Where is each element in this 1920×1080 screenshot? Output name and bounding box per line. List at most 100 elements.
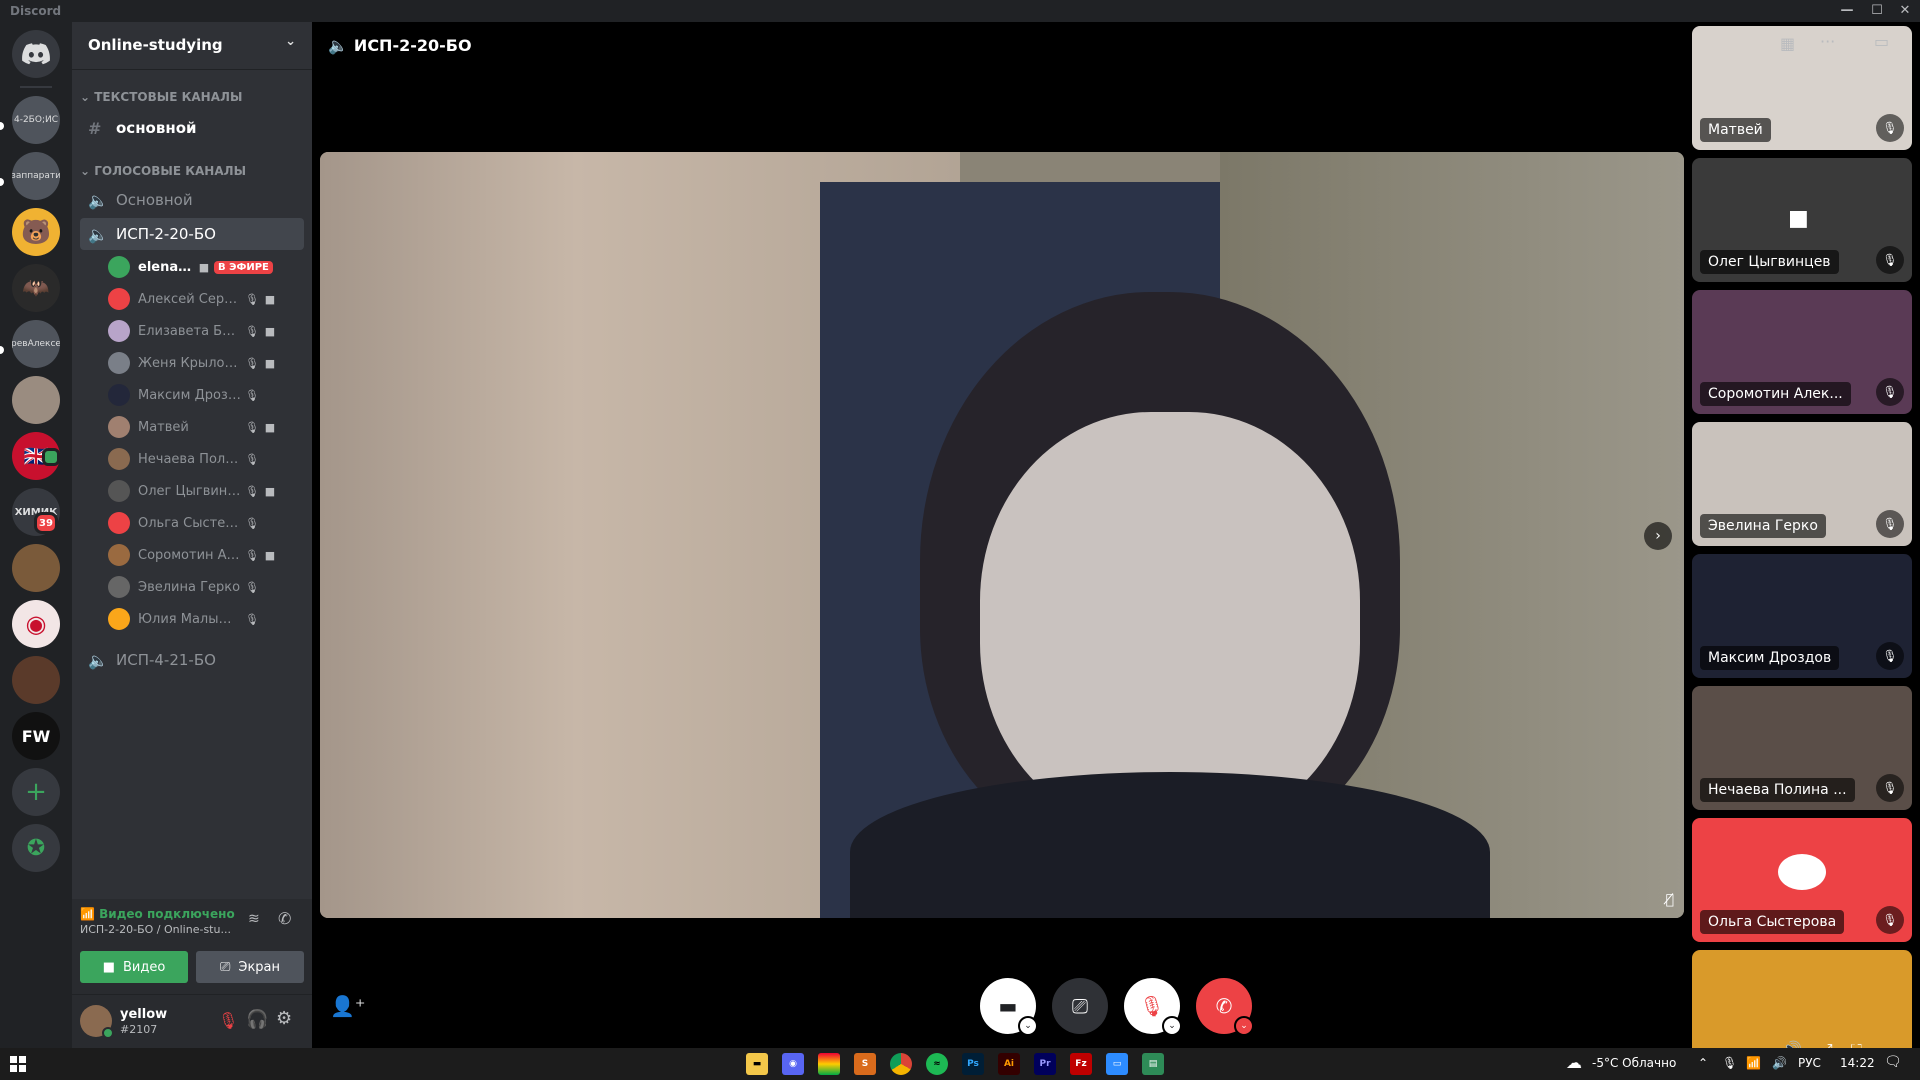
voice-user-item[interactable]: Елизавета Богд...🎙 ■ <box>108 316 304 346</box>
photoshop-icon[interactable]: Ps <box>962 1053 984 1075</box>
stream-controls-icon[interactable]: 🔊⤢⛶ <box>1782 1040 1880 1048</box>
voice-channel-isp-2-20[interactable]: 🔈 ИСП-2-20-БО <box>80 218 304 250</box>
popout-icon[interactable]: ▭ <box>1874 32 1889 51</box>
mute-mic-icon[interactable]: 🎙 <box>218 1011 238 1030</box>
add-user-icon[interactable]: 👤⁺ <box>330 994 365 1018</box>
batman-icon: 🦇 <box>22 275 50 301</box>
maximize-button[interactable]: ☐ <box>1862 2 1892 20</box>
category-text[interactable]: ⌄ ТЕКСТОВЫЕ КАНАЛЫ <box>72 90 242 104</box>
illustrator-icon[interactable]: Ai <box>998 1053 1020 1075</box>
noise-suppression-icon[interactable]: ≋ <box>248 911 260 927</box>
disconnect-icon[interactable]: ✆ <box>278 909 291 928</box>
chevron-up-icon[interactable]: ⌃ <box>1698 1056 1708 1070</box>
camera-icon: ■ <box>264 420 276 434</box>
muted-mic-icon: 🎙 <box>245 388 259 402</box>
voice-user-item[interactable]: Женя Крылов ... 🎙 ■ <box>108 348 304 378</box>
category-voice[interactable]: ⌄ ГОЛОСОВЫЕ КАНАЛЫ <box>72 164 246 178</box>
guild-bear[interactable]: 🐻 <box>12 208 60 256</box>
chrome-icon[interactable] <box>890 1053 912 1075</box>
chevron-down-icon[interactable]: ⌄ <box>1162 1016 1182 1036</box>
voice-user-item[interactable]: Матвей 🎙 ■ <box>108 412 304 442</box>
voice-user-item[interactable]: Юлия Малышева🎙 <box>108 604 304 634</box>
grid-icon[interactable]: ▦ <box>1780 34 1795 53</box>
app-icon[interactable] <box>818 1053 840 1075</box>
voice-user-item[interactable]: Максим Дроздов 🎙 <box>108 380 304 410</box>
mic-toggle-button[interactable]: 🎙 ⌄ <box>1124 978 1182 1036</box>
voice-user-item[interactable]: Ольга Сыстерова🎙 <box>108 508 304 538</box>
close-window-button[interactable]: ✕ <box>1890 2 1920 20</box>
participant-tile[interactable]: Эвелина Герко 🎙 <box>1692 422 1912 546</box>
zoom-icon[interactable]: ▭ <box>1106 1053 1128 1075</box>
spotify-icon[interactable]: ≈ <box>926 1053 948 1075</box>
mention-count: 39 <box>39 517 53 529</box>
camera-icon: ■ <box>1788 206 1809 231</box>
avatar <box>108 256 130 278</box>
screen-share-toggle[interactable]: ⎚ <box>1052 978 1108 1034</box>
cloud-icon[interactable]: ☁ <box>1566 1053 1582 1072</box>
server-header[interactable]: Online-studying ⌄ <box>72 22 312 70</box>
chevron-down-icon[interactable]: ⌄ <box>1018 1016 1038 1036</box>
voice-user-item[interactable]: Эвелина Герко 🎙 <box>108 572 304 602</box>
voice-user-item[interactable]: elenas... ■ В ЭФИРЕ <box>108 252 304 282</box>
window-titlebar: Discord — ☐ ✕ <box>0 0 1920 22</box>
guild-revaleksei[interactable]: ревАлексе <box>12 320 60 368</box>
add-server-button[interactable]: + <box>12 768 60 816</box>
clock[interactable]: 14:22 <box>1840 1056 1875 1070</box>
main-video-stream[interactable]: › 🎙̸ <box>320 152 1684 918</box>
guild-man[interactable] <box>12 656 60 704</box>
language-indicator[interactable]: РУС <box>1798 1056 1821 1070</box>
participant-tile[interactable]: Соромотин Алек... 🎙 <box>1692 290 1912 414</box>
voice-user-item[interactable]: Алексей Серге... 🎙 ■ <box>108 284 304 314</box>
voice-status[interactable]: 📶 Видео подключено <box>80 907 235 921</box>
minimize-button[interactable]: — <box>1832 2 1862 20</box>
more-icon[interactable]: ··· <box>1820 32 1835 51</box>
voice-channel-isp-4-21[interactable]: 🔈 ИСП-4-21-БО <box>80 644 304 676</box>
windows-start-icon[interactable] <box>10 1056 26 1072</box>
voice-user-item[interactable]: Нечаева Полина И...🎙 <box>108 444 304 474</box>
channel-osnovnoy-text[interactable]: # основной <box>80 112 304 144</box>
guild-eye[interactable]: ◉ <box>12 600 60 648</box>
explore-servers-button[interactable]: ✪ <box>12 824 60 872</box>
voice-user-item[interactable]: Соромотин Але...🎙 ■ <box>108 540 304 570</box>
wifi-icon[interactable]: 📶 <box>1746 1056 1761 1070</box>
channel-label: ИСП-2-20-БО <box>116 225 216 243</box>
terminal-icon[interactable]: ▤ <box>1142 1053 1164 1075</box>
chevron-right-icon[interactable]: › <box>1644 522 1672 550</box>
weather-label[interactable]: -5°C Облачно <box>1592 1056 1676 1070</box>
voice-channel-path[interactable]: ИСП-2-20-БО / Online-stu... <box>80 923 231 936</box>
video-button[interactable]: ■ Видео <box>80 951 188 983</box>
voice-user-item[interactable]: Олег Цыгвинцев 🎙 ■ <box>108 476 304 506</box>
guild-fw[interactable]: FW <box>12 712 60 760</box>
guild-divider <box>20 86 52 88</box>
participant-tile[interactable]: ■ Олег Цыгвинцев 🎙 <box>1692 158 1912 282</box>
camera-toggle-button[interactable]: ▬ ⌄ <box>980 978 1038 1036</box>
volume-icon[interactable]: 🔊 <box>1772 1056 1787 1070</box>
chevron-down-icon[interactable]: ⌄ <box>1234 1016 1254 1036</box>
filezilla-icon[interactable]: Fz <box>1070 1053 1092 1075</box>
username: yellow <box>120 1007 168 1022</box>
signal-icon: 📶 <box>80 907 95 921</box>
disconnect-button[interactable]: ✆ ⌄ <box>1196 978 1254 1036</box>
guild-zapparati[interactable]: заппарати <box>12 152 60 200</box>
gear-icon[interactable]: ⚙ <box>276 1008 292 1029</box>
screen-share-button[interactable]: ⎚ Экран <box>196 951 304 983</box>
participant-tile[interactable]: 🔊⤢⛶ <box>1692 950 1912 1048</box>
home-button[interactable] <box>12 30 60 78</box>
premiere-icon[interactable]: Pr <box>1034 1053 1056 1075</box>
participant-tile[interactable]: Нечаева Полина ... 🎙 <box>1692 686 1912 810</box>
discord-taskbar-icon[interactable]: ◉ <box>782 1053 804 1075</box>
guild-food[interactable] <box>12 544 60 592</box>
voice-channel-osnovnoy[interactable]: 🔈 Основной <box>80 184 304 216</box>
headphones-icon[interactable]: 🎧 <box>246 1009 268 1030</box>
guild-batman[interactable]: 🦇 <box>12 264 60 312</box>
guild-isp[interactable]: 4-2БО;ИС <box>12 96 60 144</box>
participant-tile[interactable]: Максим Дроздов 🎙 <box>1692 554 1912 678</box>
sublime-icon[interactable]: S <box>854 1053 876 1075</box>
camera-icon: ■ <box>264 292 276 306</box>
explorer-icon[interactable]: ▬ <box>746 1053 768 1075</box>
notifications-icon[interactable]: 🗨 <box>1884 1054 1902 1070</box>
participant-tile[interactable]: Ольга Сыстерова 🎙 <box>1692 818 1912 942</box>
guild-portrait[interactable] <box>12 376 60 424</box>
mic-tray-icon[interactable]: 🎙 <box>1722 1056 1737 1070</box>
voice-user-name: Алексей Серге... <box>138 291 242 307</box>
